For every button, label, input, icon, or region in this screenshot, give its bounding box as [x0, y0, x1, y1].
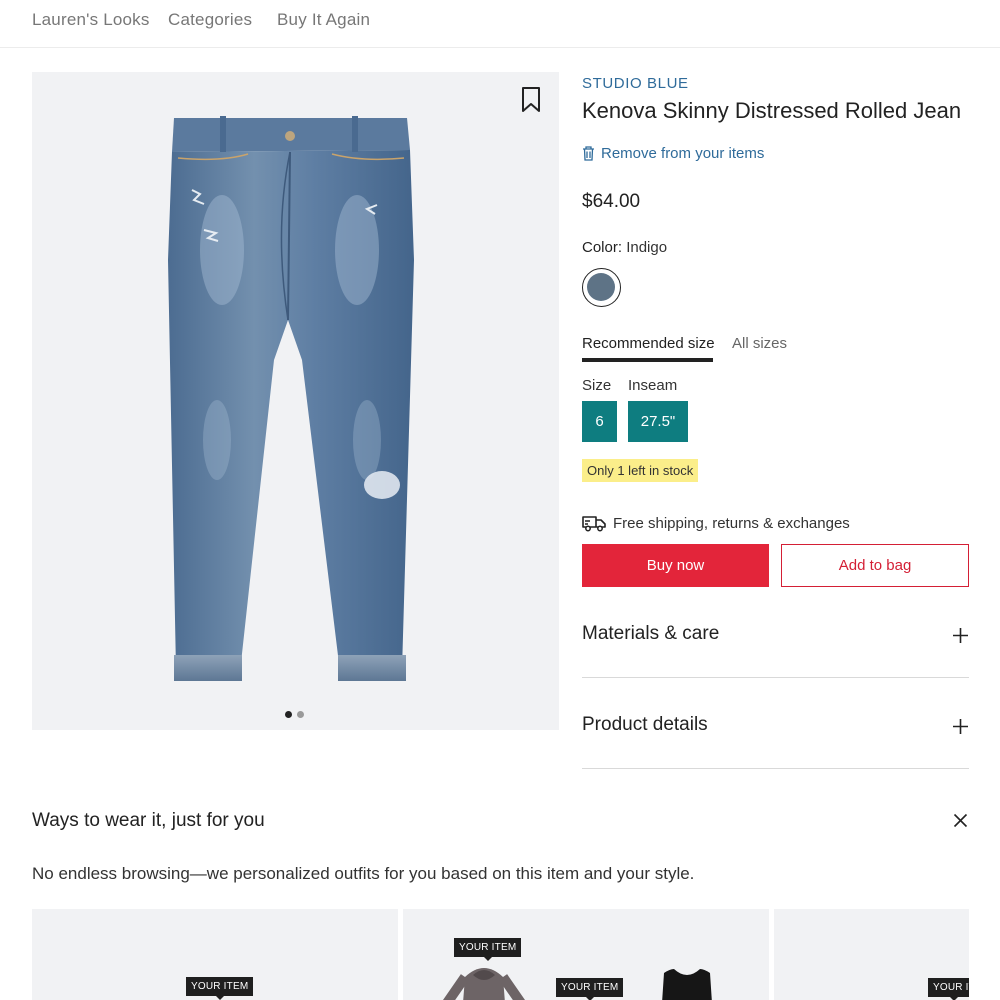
color-label: Color:	[582, 239, 623, 256]
your-item-tag: YOUR ITEM	[556, 978, 624, 1000]
product-image-jeans	[168, 116, 414, 681]
tank-top-thumbnail	[662, 969, 712, 1000]
tab-all-sizes[interactable]: All sizes	[732, 335, 787, 352]
remove-from-items-link[interactable]: Remove from your items	[582, 145, 764, 162]
product-image-gallery[interactable]	[32, 72, 559, 730]
outfit-card-1[interactable]: YOUR ITEM	[32, 909, 398, 1000]
accordion-details-label: Product details	[582, 714, 708, 735]
outfit-card-2[interactable]: YOUR ITEM YOUR ITEM	[403, 909, 769, 1000]
nav-categories[interactable]: Categories	[168, 10, 252, 30]
nav-laurens-looks[interactable]: Lauren's Looks	[32, 10, 150, 30]
remove-label: Remove from your items	[601, 145, 765, 162]
buy-now-button[interactable]: Buy now	[582, 544, 769, 587]
color-value: Indigo	[626, 239, 668, 256]
your-item-tag: YOUR ITEM	[454, 938, 522, 961]
shipping-info: Free shipping, returns & exchanges	[582, 514, 850, 532]
outfit-card-3[interactable]: YOUR IT	[774, 909, 969, 1000]
nav-buy-it-again[interactable]: Buy It Again	[277, 10, 370, 30]
bookmark-icon[interactable]	[520, 86, 542, 114]
carousel-dot-2[interactable]	[297, 711, 304, 718]
top-nav: Lauren's Looks Categories Buy It Again	[0, 0, 1000, 48]
trash-icon	[583, 146, 594, 161]
plus-icon	[953, 719, 968, 734]
accordion-materials-care[interactable]: Materials & care	[582, 587, 969, 678]
size-label: Size	[582, 377, 612, 394]
carousel-dot-1[interactable]	[285, 711, 292, 718]
outfits-section-title: Ways to wear it, just for you	[32, 810, 265, 831]
inseam-option[interactable]: 27.5"	[628, 401, 688, 442]
product-price: $64.00	[582, 191, 641, 212]
stock-badge: Only 1 left in stock	[582, 459, 699, 482]
accordion-materials-label: Materials & care	[582, 623, 720, 644]
shipping-text: Free shipping, returns & exchanges	[613, 514, 850, 532]
size-option-6[interactable]: 6	[582, 401, 617, 442]
outfits-section-subtitle: No endless browsing—we personalized outf…	[32, 864, 695, 883]
active-tab-indicator	[582, 358, 713, 362]
swatch-fill	[587, 273, 615, 301]
carousel-dots	[285, 711, 304, 719]
color-swatch-indigo[interactable]	[582, 268, 621, 307]
hoodie-thumbnail	[443, 968, 525, 1000]
your-item-tag: YOUR ITEM	[186, 977, 254, 1000]
color-selection-label: Color: Indigo	[582, 239, 667, 256]
truck-icon	[582, 516, 606, 532]
tab-recommended-size[interactable]: Recommended size	[582, 335, 715, 352]
product-brand[interactable]: STUDIO BLUE	[582, 75, 689, 92]
close-icon[interactable]	[953, 813, 968, 828]
your-item-tag: YOUR IT	[928, 978, 969, 1000]
product-title: Kenova Skinny Distressed Rolled Jean	[582, 98, 962, 123]
plus-icon	[953, 628, 968, 643]
inseam-label: Inseam	[628, 377, 678, 394]
add-to-bag-button[interactable]: Add to bag	[781, 544, 969, 587]
accordion-product-details[interactable]: Product details	[582, 678, 969, 769]
